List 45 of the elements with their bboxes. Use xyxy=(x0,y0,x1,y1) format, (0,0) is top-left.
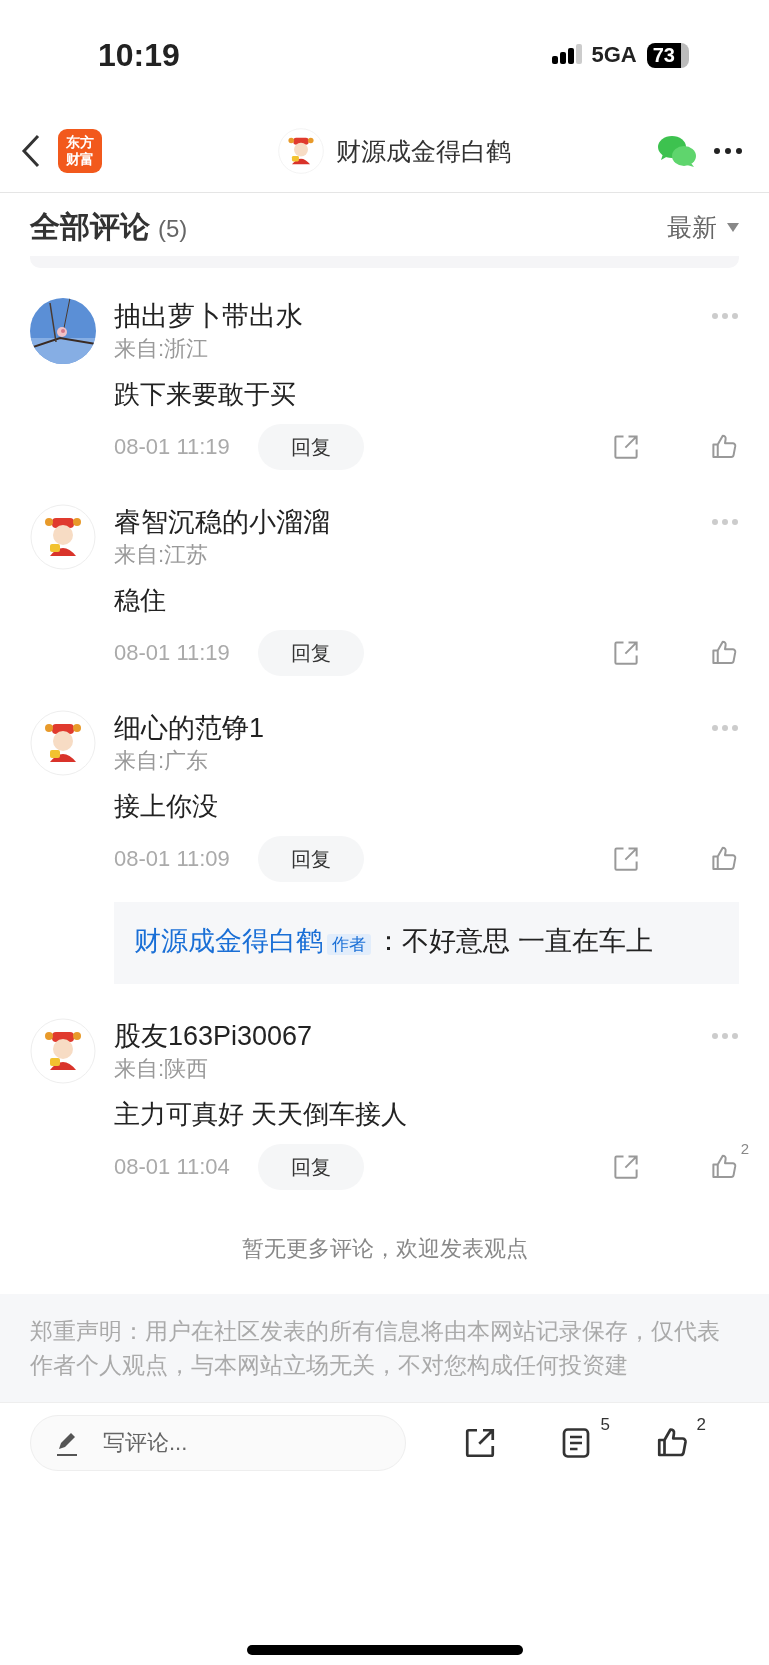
caret-icon[interactable] xyxy=(727,223,739,232)
mascot-icon[interactable] xyxy=(30,710,96,776)
comment-time: 08-01 11:04 xyxy=(114,1154,230,1180)
battery-indicator: 73 xyxy=(646,42,689,68)
like-count: 2 xyxy=(696,1415,706,1435)
mascot-icon xyxy=(278,128,324,174)
more-icon[interactable] xyxy=(713,147,743,155)
reply-button[interactable]: 回复 xyxy=(257,630,364,676)
comment-text: 接上你没 xyxy=(114,790,218,823)
reply-button[interactable]: 回复 xyxy=(257,836,364,882)
user-name[interactable]: 抽出萝卜带出水 xyxy=(114,298,303,334)
sort-option[interactable]: 最新 xyxy=(667,211,717,244)
user-name[interactable]: 细心的范铮1 xyxy=(114,710,265,746)
comment-time: 08-01 11:09 xyxy=(114,846,230,872)
user-location: 来自:广东 xyxy=(114,747,209,775)
mascot-icon[interactable] xyxy=(30,504,96,570)
back-icon[interactable] xyxy=(20,133,42,169)
wechat-icon[interactable] xyxy=(657,134,697,168)
like-count: 2 xyxy=(740,1140,749,1157)
comment-time: 08-01 11:19 xyxy=(114,434,230,460)
reply-button[interactable]: 回复 xyxy=(257,1144,364,1190)
reply-button[interactable]: 回复 xyxy=(257,424,364,470)
author-badge: 作者 xyxy=(327,934,371,955)
signal-icon xyxy=(551,44,582,66)
author-name: 财源成金得白鹤 xyxy=(336,135,511,167)
comment-count-label: 5 xyxy=(600,1415,610,1435)
network-label: 5GA xyxy=(591,42,637,68)
user-location: 来自:江苏 xyxy=(114,541,209,569)
comment-text: 跌下来要敢于买 xyxy=(114,378,296,411)
user-location: 来自:浙江 xyxy=(114,335,209,363)
comment-text: 主力可真好 天天倒车接人 xyxy=(114,1098,408,1131)
end-note: 暂无更多评论，欢迎发表观点 xyxy=(241,1235,528,1263)
reply-text: 财源成金得白鹤 作者 ：不好意思 一直在车上 xyxy=(134,925,654,958)
comment-time: 08-01 11:19 xyxy=(114,640,230,666)
section-title: 全部评论 xyxy=(30,209,150,245)
status-time: 10:19 xyxy=(98,36,180,74)
comment-input-field[interactable]: 写评论... xyxy=(30,1415,406,1471)
user-name[interactable]: 睿智沉稳的小溜溜 xyxy=(114,504,330,540)
mascot-icon[interactable] xyxy=(30,1018,96,1084)
user-location: 来自:陕西 xyxy=(114,1055,209,1083)
comment-text: 稳住 xyxy=(114,584,166,617)
disclaimer-text: 郑重声明：用户在社区发表的所有信息将由本网站记录保存，仅代表作者个人观点，与本网站立场无关，不对您构成任何投资建 xyxy=(30,1317,721,1380)
reply-author[interactable]: 财源成金得白鹤 xyxy=(134,926,323,956)
comment-count: (5) xyxy=(158,215,188,243)
user-name[interactable]: 股友163Pi30067 xyxy=(114,1018,313,1054)
